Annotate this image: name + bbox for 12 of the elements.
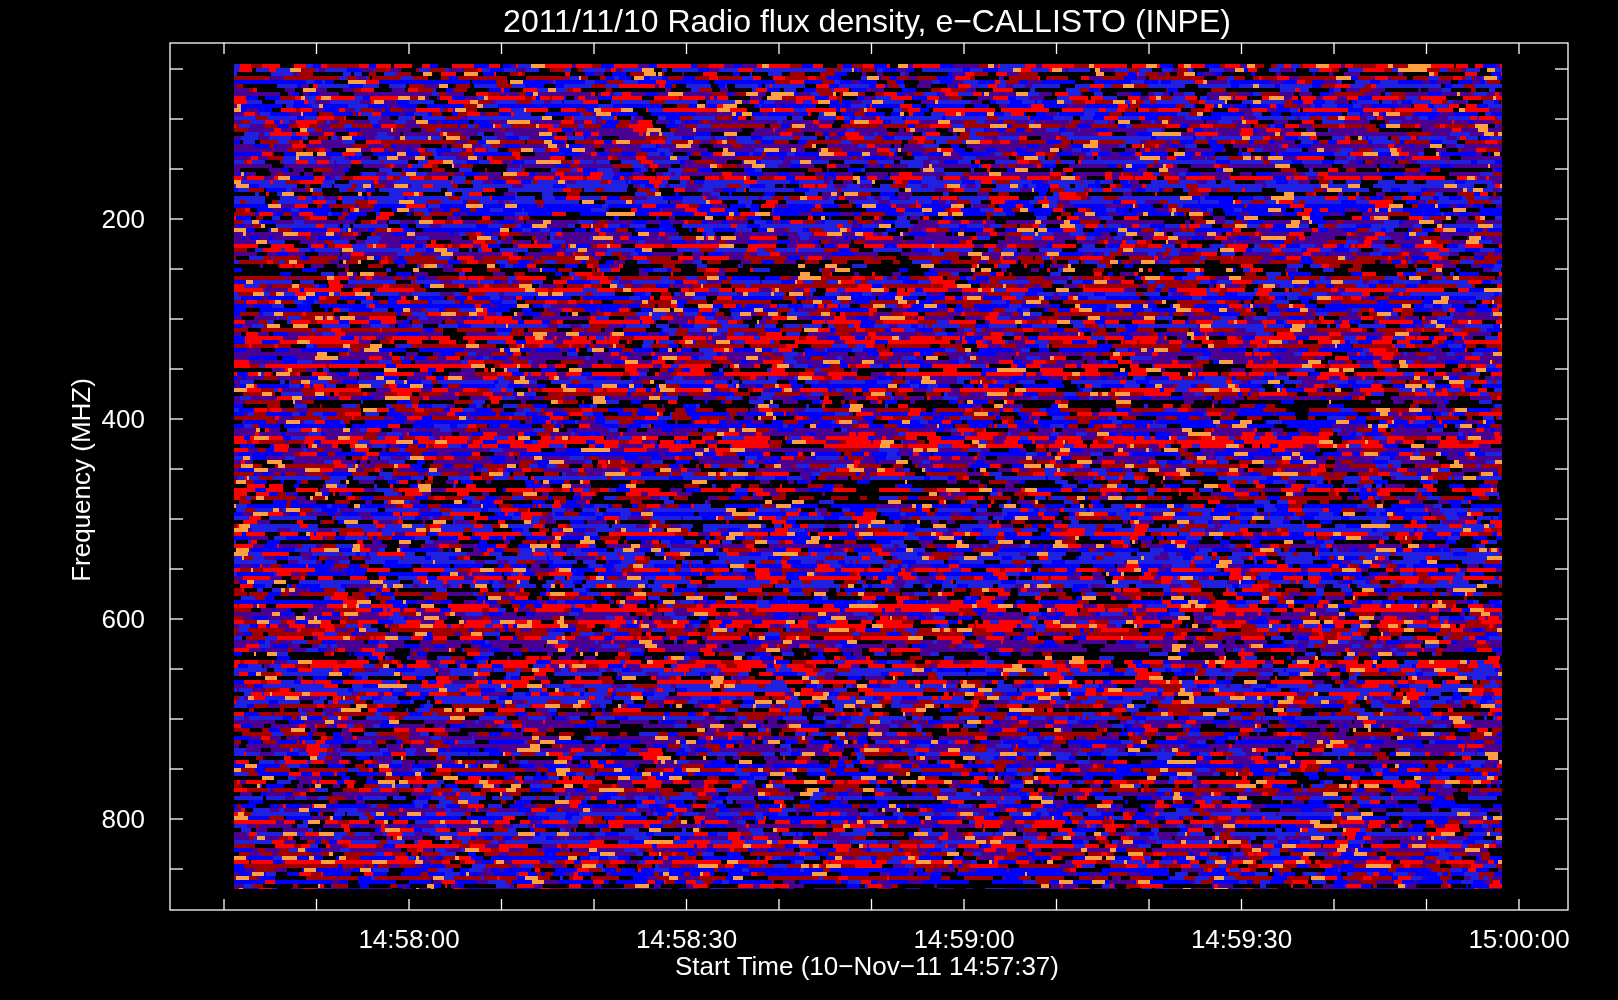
x-tick-label: 14:59:00 bbox=[913, 924, 1015, 954]
y-tick-label: 800 bbox=[101, 804, 145, 834]
y-tick-label: 400 bbox=[101, 404, 145, 434]
y-tick-label: 200 bbox=[101, 204, 145, 234]
x-tick-label: 14:58:00 bbox=[358, 924, 460, 954]
chart-title: 2011/11/10 Radio flux density, e−CALLISTO (INPE) bbox=[503, 3, 1231, 39]
x-axis-title: Start Time (10−Nov−11 14:57:37) bbox=[675, 951, 1059, 981]
x-tick-label: 14:59:30 bbox=[1190, 924, 1293, 954]
x-tick-label: 15:00:00 bbox=[1468, 924, 1570, 954]
x-tick-label: 14:58:30 bbox=[635, 924, 738, 954]
y-axis-title: Frequency (MHZ) bbox=[66, 378, 96, 582]
y-tick-label: 600 bbox=[101, 604, 145, 634]
